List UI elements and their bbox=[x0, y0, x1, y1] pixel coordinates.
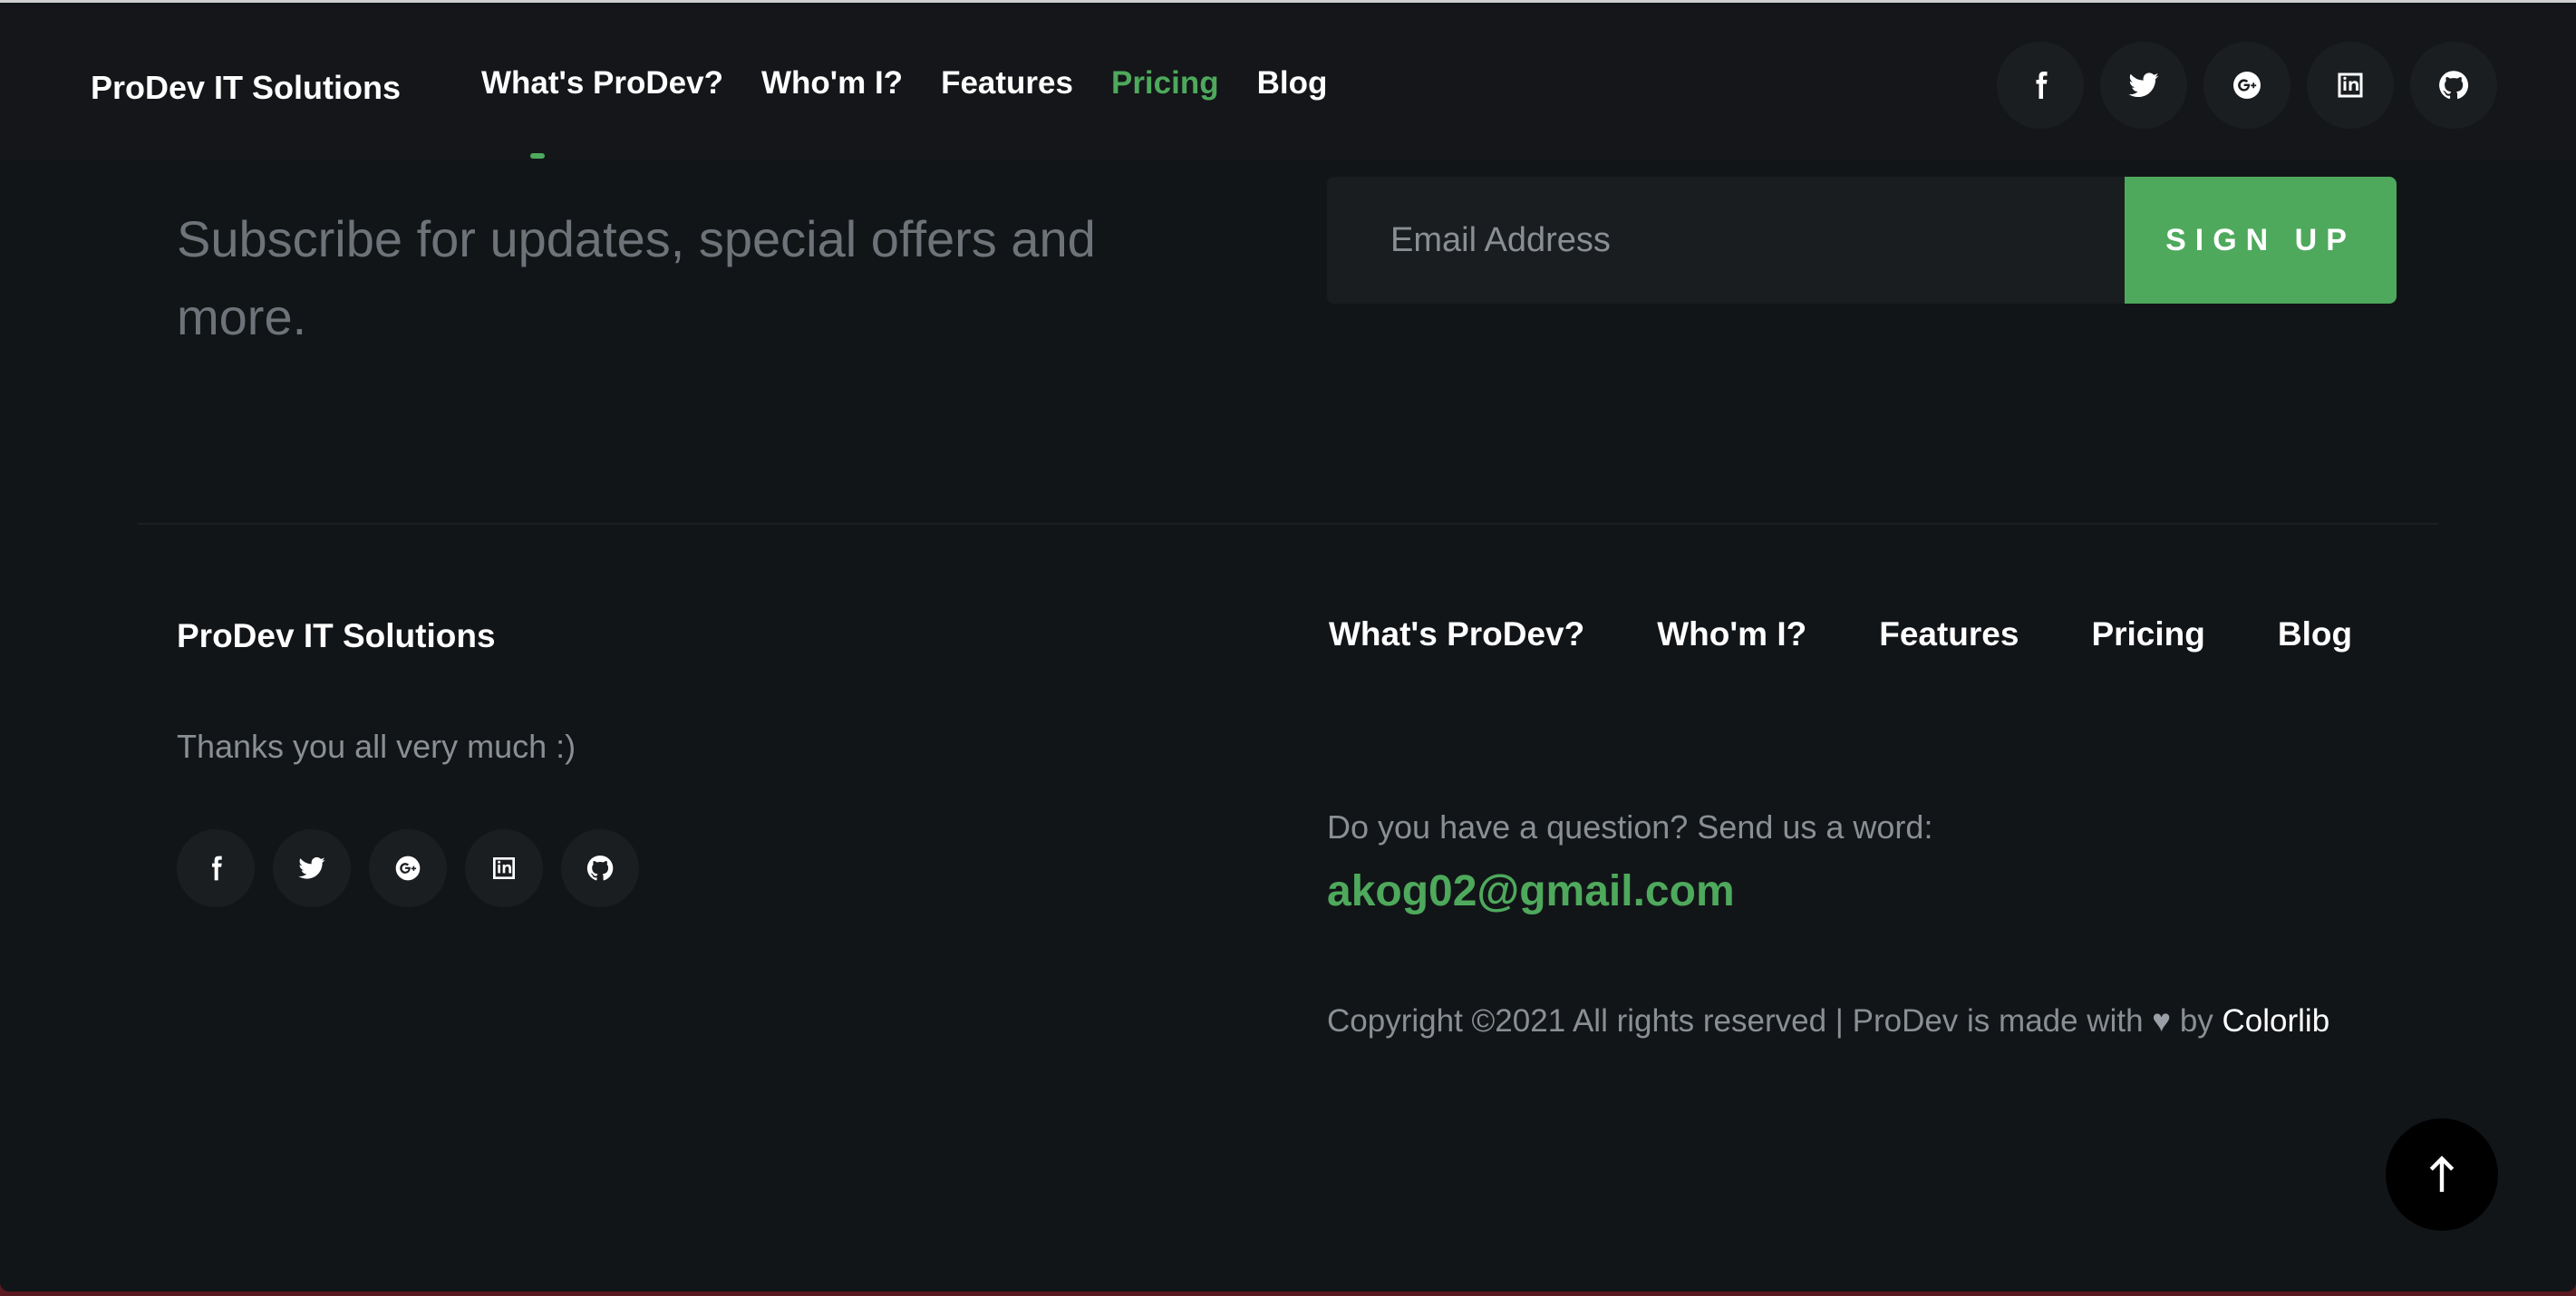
arrow-up-icon bbox=[2429, 1156, 2455, 1193]
sign-up-button[interactable]: SIGN UP bbox=[2125, 177, 2397, 304]
footer-menu: What's ProDev? Who'm I? Features Pricing… bbox=[1329, 615, 2425, 653]
footer-thanks-text: Thanks you all very much :) bbox=[177, 728, 576, 765]
contact-question: Do you have a question? Send us a word: bbox=[1327, 808, 1933, 846]
nav-item-blog[interactable]: Blog bbox=[1257, 65, 1328, 102]
contact-email-link[interactable]: akog02@gmail.com bbox=[1327, 866, 1735, 916]
footer-nav-whats-prodev[interactable]: What's ProDev? bbox=[1329, 615, 1584, 653]
back-to-top-button[interactable] bbox=[2386, 1118, 2498, 1231]
copyright-prefix: Copyright ©2021 All rights reserved | Pr… bbox=[1327, 1003, 2144, 1039]
copyright-by: by bbox=[2179, 1003, 2213, 1039]
copyright-text: Copyright ©2021 All rights reserved | Pr… bbox=[1327, 1003, 2329, 1040]
linkedin-icon[interactable] bbox=[465, 829, 543, 907]
heart-icon: ♥ bbox=[2152, 1003, 2172, 1039]
google-plus-icon[interactable] bbox=[2203, 42, 2290, 129]
navbar-social-links bbox=[1997, 42, 2497, 129]
nav-item-features[interactable]: Features bbox=[941, 65, 1073, 102]
twitter-icon[interactable] bbox=[2100, 42, 2187, 129]
footer-nav-blog[interactable]: Blog bbox=[2278, 615, 2352, 653]
nav-item-pricing[interactable]: Pricing bbox=[1111, 65, 1219, 102]
linkedin-icon[interactable] bbox=[2307, 42, 2394, 129]
footer-nav-pricing[interactable]: Pricing bbox=[2091, 615, 2204, 653]
colorlib-link[interactable]: Colorlib bbox=[2223, 1003, 2330, 1039]
facebook-icon[interactable] bbox=[1997, 42, 2084, 129]
nav-item-whom-i[interactable]: Who'm I? bbox=[761, 65, 903, 102]
top-navbar: ProDev IT Solutions What's ProDev? Who'm… bbox=[0, 5, 2576, 160]
footer-divider bbox=[138, 523, 2438, 525]
heading-fragment bbox=[530, 153, 545, 159]
nav-item-whats-prodev[interactable]: What's ProDev? bbox=[481, 65, 723, 102]
footer-nav-features[interactable]: Features bbox=[1879, 615, 2019, 653]
footer-nav-whom-i[interactable]: Who'm I? bbox=[1657, 615, 1806, 653]
navbar-menu: What's ProDev? Who'm I? Features Pricing… bbox=[481, 65, 1365, 102]
facebook-icon[interactable] bbox=[177, 829, 255, 907]
github-icon[interactable] bbox=[561, 829, 639, 907]
navbar-brand[interactable]: ProDev IT Solutions bbox=[91, 69, 401, 107]
email-input[interactable] bbox=[1327, 177, 2125, 304]
twitter-icon[interactable] bbox=[273, 829, 351, 907]
google-plus-icon[interactable] bbox=[369, 829, 447, 907]
browser-window: ProDev IT Solutions What's ProDev? Who'm… bbox=[0, 0, 2576, 1291]
github-icon[interactable] bbox=[2410, 42, 2497, 129]
footer-social-links bbox=[177, 829, 639, 907]
subscribe-description: Subscribe for updates, special offers an… bbox=[177, 210, 1096, 345]
footer-brand: ProDev IT Solutions bbox=[177, 617, 496, 654]
